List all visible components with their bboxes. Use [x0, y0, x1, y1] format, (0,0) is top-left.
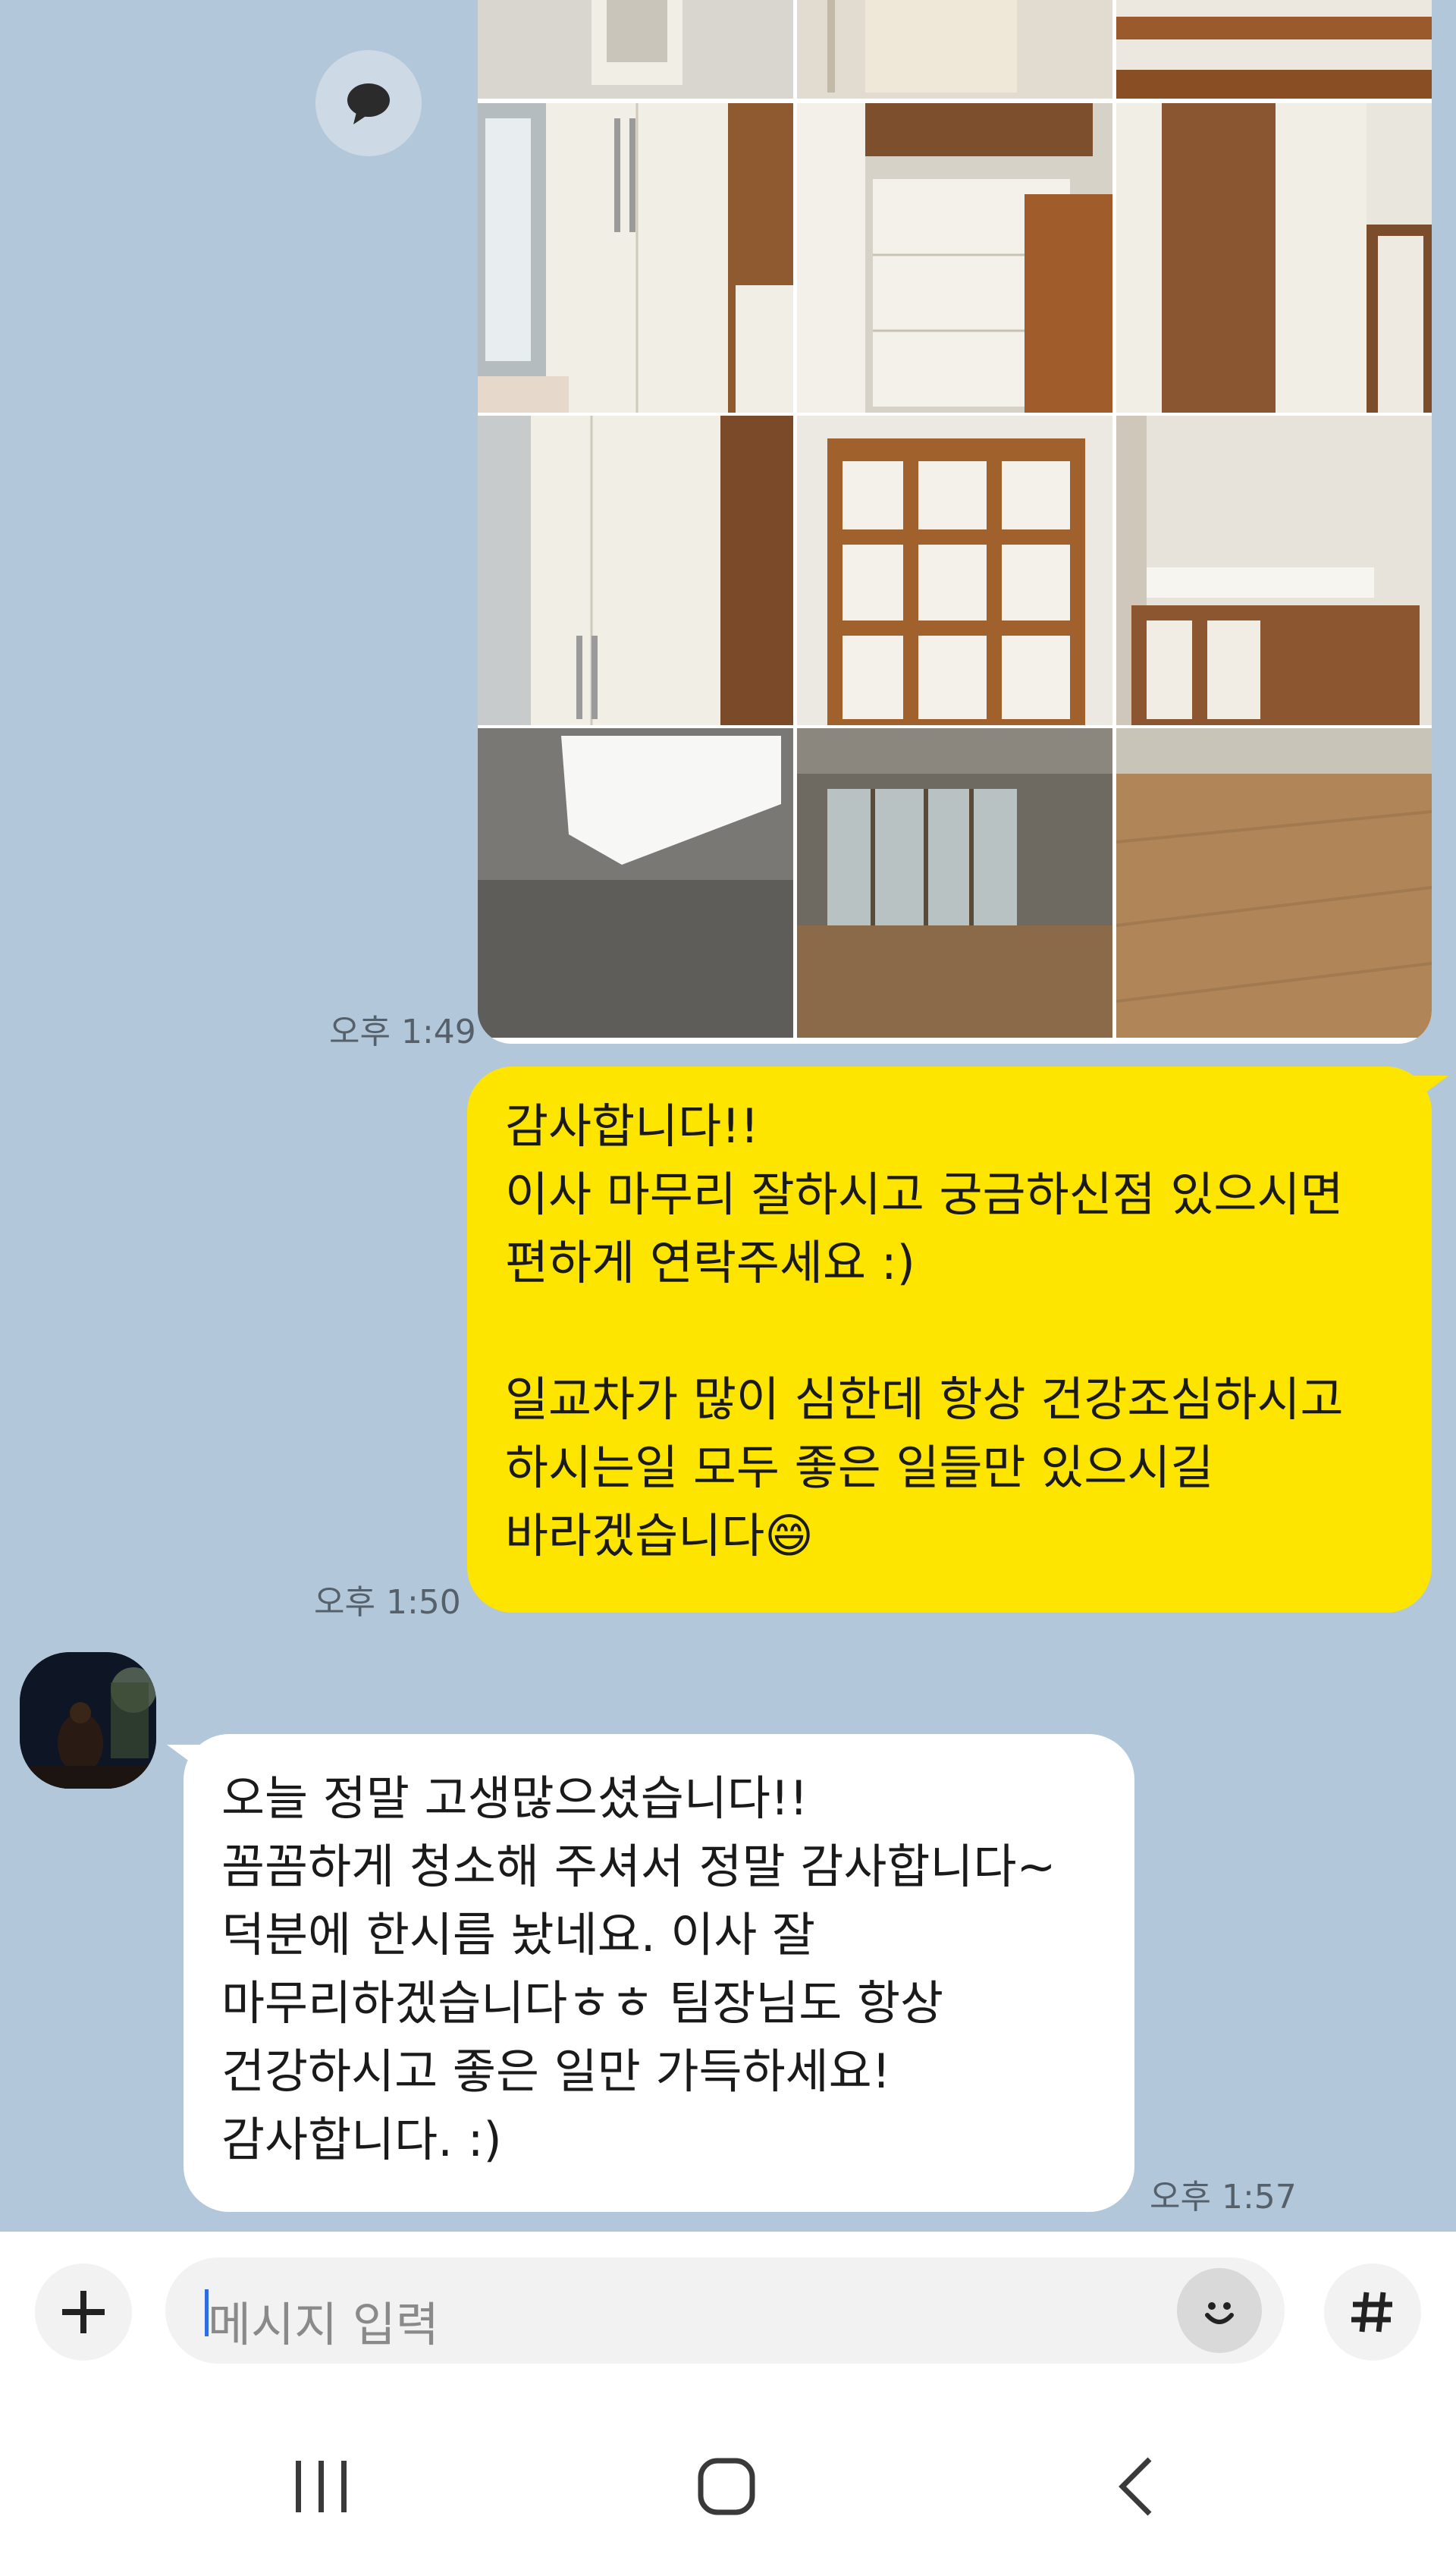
photo-thumbnail[interactable]: [797, 103, 1112, 413]
system-navigation-bar: [0, 2383, 1456, 2573]
photo-thumbnail[interactable]: [478, 416, 793, 725]
photo-thumbnail[interactable]: [1116, 0, 1432, 99]
message-input[interactable]: 메시지 입력: [165, 2257, 1285, 2364]
photo-thumbnail[interactable]: [478, 728, 793, 1038]
hashtag-search-button[interactable]: [1324, 2264, 1421, 2361]
message-time: 오후 1:50: [314, 1583, 461, 1622]
profile-photo: [20, 1652, 156, 1789]
photo-thumbnail[interactable]: [1116, 416, 1432, 725]
received-message-bubble[interactable]: 오늘 정말 고생많으셨습니다!! 꼼꼼하게 청소해 주셔서 정말 감사합니다~ …: [167, 1734, 1134, 2212]
photo-thumbnail[interactable]: [1116, 103, 1432, 413]
photo-thumbnail[interactable]: [478, 103, 793, 413]
speech-bubble-icon: [347, 83, 390, 124]
chat-area[interactable]: 오후 1:49 감사합니다!! 이사 마무리 잘하시고 궁금하신점 있으시면 편…: [0, 0, 1456, 2232]
message-time: 오후 1:57: [1150, 2178, 1297, 2216]
share-button[interactable]: [315, 50, 422, 156]
my-message-bubble[interactable]: 감사합니다!! 이사 마무리 잘하시고 궁금하신점 있으시면 편하게 연락주세요…: [467, 1067, 1448, 1613]
photo-thumbnail[interactable]: [797, 728, 1112, 1038]
avatar[interactable]: [20, 1652, 156, 1789]
message-input-bar: 메시지 입력: [0, 2232, 1456, 2383]
home-icon[interactable]: [696, 2456, 757, 2517]
photo-grid[interactable]: [478, 0, 1432, 1044]
back-icon[interactable]: [1107, 2456, 1168, 2517]
hash-icon: [1351, 2292, 1392, 2333]
message-time: 오후 1:49: [329, 1013, 476, 1051]
photo-thumbnail[interactable]: [1116, 728, 1432, 1038]
emoji-button[interactable]: [1177, 2268, 1262, 2353]
photo-thumbnail[interactable]: [797, 0, 1112, 99]
photo-thumbnail[interactable]: [478, 0, 793, 99]
photo-thumbnail[interactable]: [797, 416, 1112, 725]
plus-icon: [62, 2291, 105, 2333]
attach-button[interactable]: [35, 2264, 132, 2361]
emoji-icon: [1198, 2289, 1241, 2332]
recent-apps-icon[interactable]: [291, 2456, 352, 2517]
message-input-placeholder: 메시지 입력: [208, 2297, 439, 2352]
